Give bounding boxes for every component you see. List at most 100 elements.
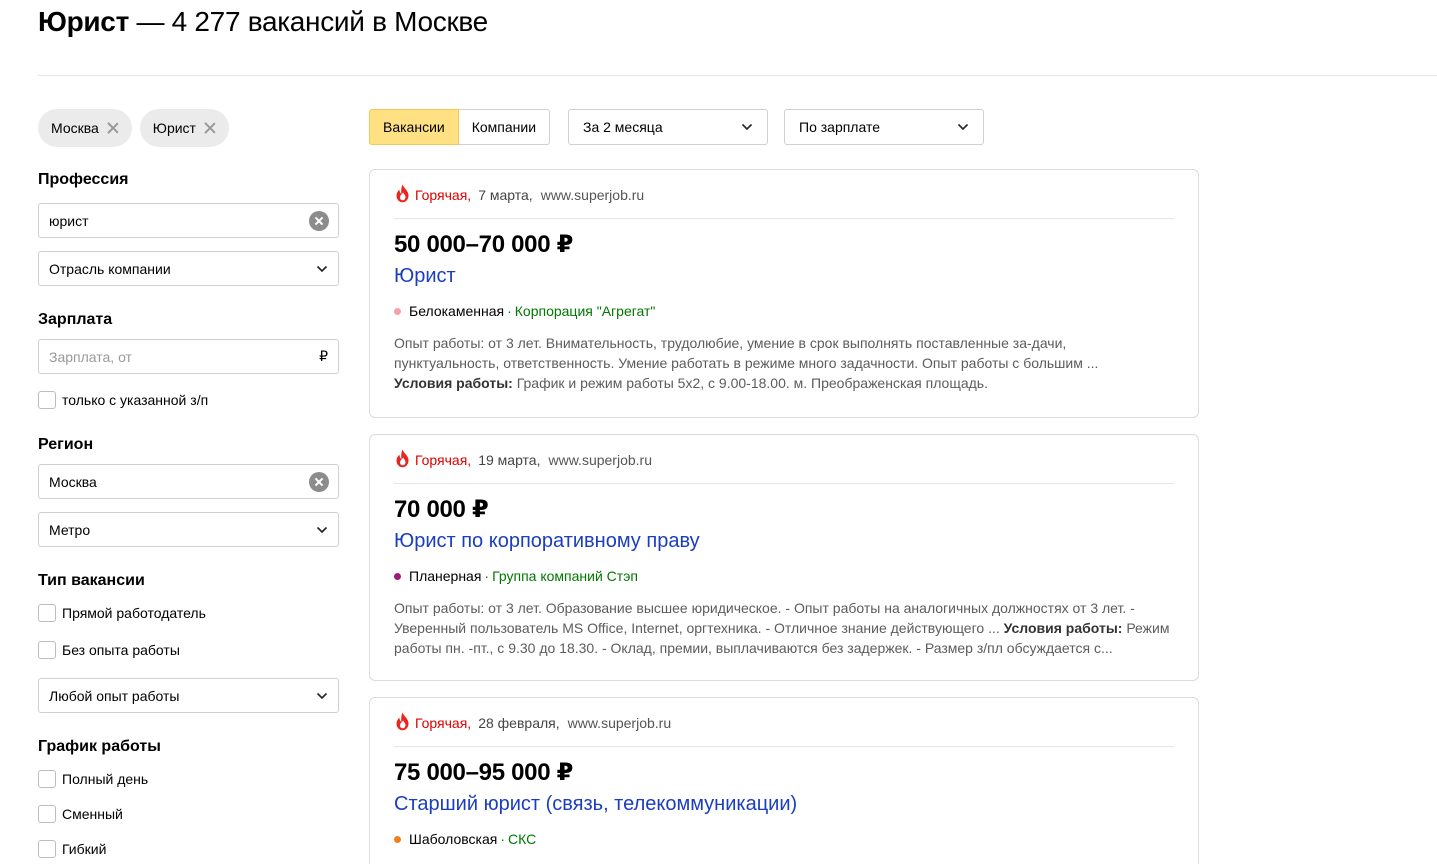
vacancy-type-title: Тип вакансии (38, 572, 145, 589)
salary-only-checkbox[interactable]: только с указанной з/п (38, 391, 208, 409)
checkbox-label: только с указанной з/п (62, 392, 209, 408)
experience-select[interactable]: Любой опыт работы (38, 678, 339, 713)
vacancy-card[interactable]: Горячая, 28 февраля, www.superjob.ru 75 … (369, 697, 1199, 864)
clear-icon[interactable] (309, 210, 329, 231)
chevron-down-icon (316, 263, 328, 275)
page-title-query: Юрист (38, 6, 129, 37)
filters-sidebar: Москва Юрист Профессия юрист Отрасль ком… (38, 109, 340, 858)
experience-select-label: Любой опыт работы (49, 687, 180, 704)
vacancy-description: Опыт работы: от 3 лет. Образование высше… (394, 598, 1174, 658)
region-value: Москва (49, 473, 97, 490)
vacancy-location: Шаболовская · СКС (394, 831, 536, 847)
chevron-down-icon (316, 690, 328, 702)
vacancy-meta: Горячая, 19 марта, www.superjob.ru (394, 449, 652, 471)
vacancy-salary: 75 000–95 000 ₽ (394, 759, 574, 786)
vacancy-card[interactable]: Горячая, 19 марта, www.superjob.ru 70 00… (369, 434, 1199, 681)
metro-station: Планерная (409, 568, 482, 584)
header-divider (38, 75, 1437, 76)
vacancy-title-link[interactable]: Старший юрист (связь, телекоммуникации) (394, 793, 797, 816)
region-title: Регион (38, 436, 94, 453)
fire-icon (394, 449, 411, 471)
checkbox-box[interactable] (38, 391, 56, 409)
result-type-tabs: Вакансии Компании (369, 109, 551, 145)
card-divider (394, 218, 1174, 219)
checkbox-box[interactable] (38, 805, 56, 823)
hot-label: Горячая, (415, 715, 472, 731)
vacancy-title-link[interactable]: Юрист (394, 265, 456, 288)
page-title: Юрист — 4 277 вакансий в Москве (38, 6, 488, 38)
vacancy-salary: 50 000–70 000 ₽ (394, 231, 574, 258)
tab-companies[interactable]: Компании (458, 109, 551, 145)
tab-vacancies[interactable]: Вакансии (369, 109, 459, 145)
sort-select[interactable]: По зарплате (784, 109, 984, 145)
filter-chip-lawyer[interactable]: Юрист (139, 109, 229, 147)
vacancy-description: Опыт работы: от 3 лет. Внимательность, т… (394, 333, 1174, 393)
vacancy-source[interactable]: www.superjob.ru (541, 187, 645, 203)
full-day-checkbox[interactable]: Полный день (38, 770, 148, 788)
vacancy-date: 28 февраля, (478, 715, 560, 731)
metro-select[interactable]: Метро (38, 512, 339, 547)
separator-dot: · (484, 568, 490, 584)
checkbox-label: Полный день (62, 771, 149, 787)
profession-input[interactable]: юрист (38, 203, 339, 238)
chevron-down-icon (741, 121, 753, 133)
filter-chip-moscow[interactable]: Москва (38, 109, 132, 147)
salary-input[interactable]: Зарплата, от ₽ (38, 339, 339, 374)
schedule-title: График работы (38, 738, 161, 755)
metro-line-dot (394, 307, 401, 315)
company-name[interactable]: Группа компаний Стэп (492, 568, 638, 584)
vacancy-card[interactable]: Горячая, 7 марта, www.superjob.ru 50 000… (369, 169, 1199, 418)
clear-icon[interactable] (309, 471, 329, 492)
profession-title: Профессия (38, 171, 129, 188)
metro-station: Белокаменная (409, 303, 505, 319)
chevron-down-icon (316, 524, 328, 536)
sort-select-label: По зарплате (799, 119, 880, 135)
salary-placeholder: Зарплата, от (49, 348, 132, 365)
page-title-count: — 4 277 вакансий в Москве (128, 6, 488, 37)
salary-title: Зарплата (38, 311, 113, 328)
chip-label: Юрист (152, 120, 196, 136)
fire-icon (394, 712, 411, 734)
separator-dot: · (500, 831, 505, 847)
metro-line-dot (394, 835, 401, 843)
close-icon[interactable] (203, 121, 217, 135)
company-name[interactable]: Корпорация "Агрегат" (515, 303, 656, 319)
period-select[interactable]: За 2 месяца (568, 109, 768, 145)
vacancy-location: Планерная · Группа компаний Стэп (394, 568, 638, 584)
conditions-label: Условия работы: (394, 375, 513, 391)
conditions-text: График и режим работы 5х2, с 9.00-18.00.… (512, 375, 988, 391)
separator-dot: · (507, 303, 512, 319)
fire-icon (394, 184, 411, 206)
direct-employer-checkbox[interactable]: Прямой работодатель (38, 604, 206, 622)
card-divider (394, 483, 1174, 484)
checkbox-box[interactable] (38, 641, 56, 659)
ruble-icon: ₽ (319, 348, 328, 364)
shift-checkbox[interactable]: Сменный (38, 805, 123, 823)
chip-label: Москва (51, 120, 99, 136)
conditions-label: Условия работы: (1003, 620, 1123, 636)
period-select-label: За 2 месяца (583, 119, 663, 135)
no-experience-checkbox[interactable]: Без опыта работы (38, 641, 180, 659)
vacancy-date: 7 марта, (478, 187, 533, 203)
checkbox-label: Прямой работодатель (62, 605, 206, 621)
active-filter-chips: Москва Юрист (38, 109, 340, 147)
industry-select[interactable]: Отрасль компании (38, 251, 339, 286)
checkbox-label: Гибкий (62, 841, 107, 857)
checkbox-label: Без опыта работы (62, 642, 180, 658)
vacancy-source[interactable]: www.superjob.ru (549, 452, 653, 468)
vacancy-salary: 70 000 ₽ (394, 496, 489, 523)
company-name[interactable]: СКС (508, 831, 536, 847)
close-icon[interactable] (106, 121, 120, 135)
industry-select-label: Отрасль компании (49, 260, 171, 277)
hot-label: Горячая, (415, 187, 472, 203)
vacancy-title-link[interactable]: Юрист по корпоративному праву (394, 530, 700, 553)
vacancy-location: Белокаменная · Корпорация "Агрегат" (394, 303, 655, 319)
checkbox-box[interactable] (38, 770, 56, 788)
flexible-checkbox[interactable]: Гибкий (38, 840, 106, 858)
profession-value: юрист (49, 212, 89, 229)
region-input[interactable]: Москва (38, 464, 339, 499)
checkbox-box[interactable] (38, 840, 56, 858)
vacancy-source[interactable]: www.superjob.ru (568, 715, 672, 731)
description-text: Опыт работы: от 3 лет. Внимательность, т… (394, 335, 1099, 371)
checkbox-box[interactable] (38, 604, 56, 622)
